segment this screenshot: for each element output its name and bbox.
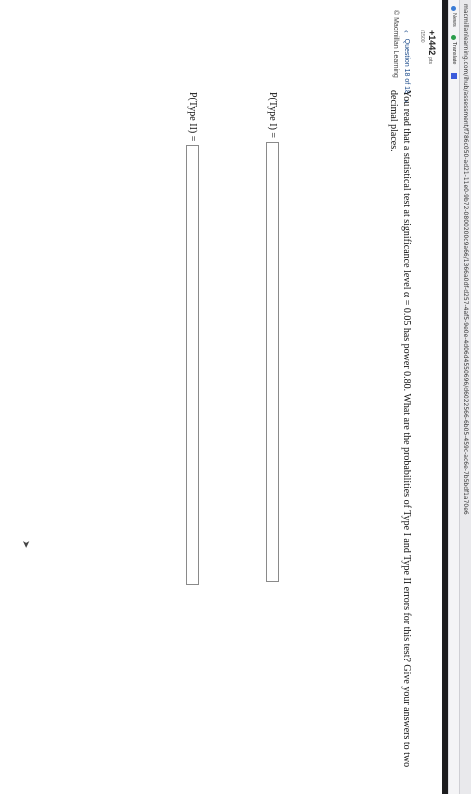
bookmark-news[interactable]: News — [449, 6, 460, 27]
score-value: +1442 — [427, 30, 437, 56]
type-1-input[interactable] — [266, 142, 279, 583]
bookmark-square-icon — [451, 72, 457, 79]
address-bar[interactable]: macmillanlearning.com/ihub/assessment/f7… — [459, 0, 471, 794]
url-text: macmillanlearning.com/ihub/assessment/f7… — [462, 4, 469, 515]
bookmark-extra[interactable] — [451, 72, 457, 79]
translate-icon — [451, 34, 457, 40]
score-display: +1442pts — [427, 30, 437, 64]
bookmark-label: Translate — [451, 41, 458, 65]
score-unit: pts — [427, 57, 433, 64]
answer-row-type-1: P(Type I) = — [266, 92, 279, 583]
answer-label-type-1: P(Type I) = — [267, 92, 278, 139]
bookmark-translate[interactable]: Translate — [449, 34, 460, 65]
bookmarks-bar: News Translate — [448, 0, 459, 794]
type-2-input[interactable] — [186, 145, 199, 586]
question-text: You read that a statistical test at sign… — [388, 90, 412, 768]
score-total: /1500 — [419, 30, 425, 43]
news-icon — [451, 6, 457, 11]
question-counter: Question 18 of 18 — [403, 38, 410, 94]
chevron-left-icon[interactable]: ‹ — [402, 30, 411, 33]
copyright-credit: © Macmillan Learning — [392, 10, 399, 78]
bookmark-label: News — [451, 13, 458, 27]
mouse-cursor-icon: ➤ — [20, 540, 31, 549]
answer-label-type-2: P(Type II) = — [187, 92, 198, 142]
answer-row-type-2: P(Type II) = — [186, 92, 199, 586]
header-band — [442, 0, 448, 794]
screen: macmillanlearning.com/ihub/assessment/f7… — [0, 0, 471, 794]
